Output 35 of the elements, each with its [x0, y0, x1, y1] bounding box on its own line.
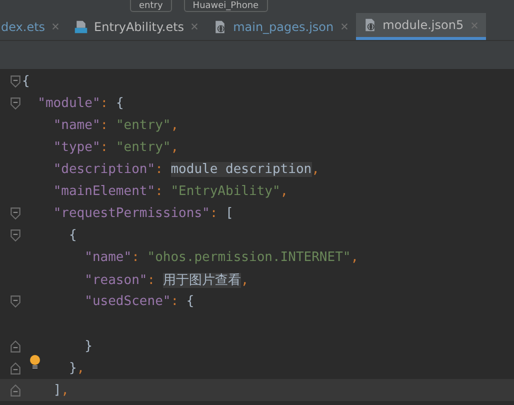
code-line: "name": "entry", [53, 118, 179, 133]
file-tab[interactable]: main_pages.json [206, 13, 356, 40]
file-tab[interactable]: dex.ets [0, 13, 68, 40]
code-line: ], [53, 382, 69, 398]
module-dropdown[interactable]: entry [130, 0, 172, 12]
ets-file-icon [74, 20, 88, 34]
code-line: } [84, 338, 92, 354]
code-line: "name": "ohos.permission.INTERNET", [84, 250, 359, 266]
fold-icon[interactable] [10, 229, 21, 242]
close-icon[interactable] [190, 22, 200, 31]
code-line: "module": { [38, 96, 124, 111]
fold-icon[interactable] [10, 96, 21, 110]
fold-icon[interactable] [10, 207, 21, 220]
fold-icon[interactable] [10, 74, 21, 88]
fold-end-icon[interactable] [10, 384, 21, 397]
fold-icon[interactable] [10, 295, 21, 308]
file-tab[interactable]: EntryAbility.ets [67, 13, 206, 40]
lightbulb-icon[interactable] [29, 354, 41, 369]
close-icon[interactable] [51, 22, 60, 31]
json-file-icon [362, 18, 377, 32]
code-line: "usedScene": { [84, 294, 194, 310]
code-line: { [22, 74, 30, 89]
file-tab[interactable]: module.json5 [356, 13, 486, 40]
fold-end-icon[interactable] [10, 362, 21, 375]
code-line: "description": module description, [53, 162, 320, 177]
code-line: }, [68, 360, 85, 376]
close-icon[interactable] [340, 22, 349, 31]
fold-end-icon[interactable] [10, 340, 21, 353]
code-line: "mainElement": "EntryAbility", [53, 184, 288, 200]
device-dropdown[interactable]: Huawei_Phone [184, 0, 268, 12]
json-file-icon [213, 20, 228, 34]
code-line: "reason": 用于图片查看, [84, 272, 249, 289]
code-line: "type": "entry", [53, 140, 179, 155]
code-line: { [68, 228, 77, 244]
code-line: "requestPermissions": [ [53, 206, 234, 222]
